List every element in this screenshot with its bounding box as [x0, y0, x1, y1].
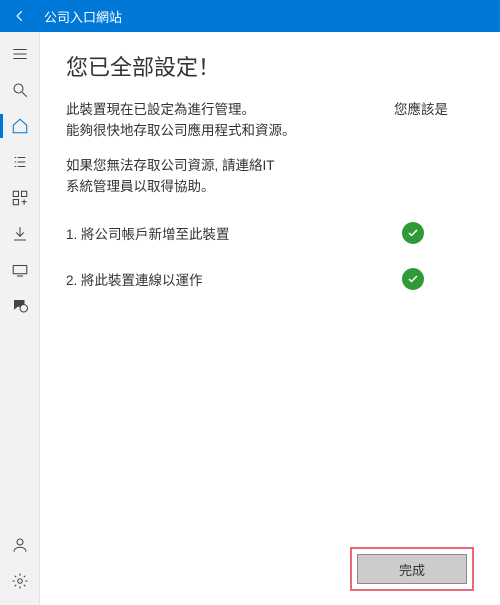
main-content: 您已全部設定！ 此裝置現在已設定為進行管理。 能夠很快地存取公司應用程式和資源。…	[40, 32, 500, 605]
help-it: IT	[263, 158, 275, 173]
devices-icon	[11, 261, 29, 279]
chat-icon	[11, 297, 29, 315]
check-icon	[402, 268, 424, 290]
setup-step-1-label: 1. 將公司帳戶新增至此裝置	[66, 223, 402, 243]
setup-step-2-label: 2. 將此裝置連線以運作	[66, 269, 402, 289]
titlebar: 公司入口網站	[0, 0, 500, 32]
search-icon	[11, 81, 29, 99]
sidebar-item-download[interactable]	[0, 216, 40, 252]
gear-icon	[11, 572, 29, 590]
home-icon	[11, 117, 29, 135]
intro-line2: 能夠很快地存取公司應用程式和資源。	[66, 121, 394, 142]
list-icon	[11, 153, 29, 171]
back-button[interactable]	[8, 4, 32, 28]
intro-line1: 此裝置現在已設定為進行管理。	[66, 100, 394, 121]
page-title: 您已全部設定！	[66, 50, 474, 82]
setup-step-1: 1. 將公司帳戶新增至此裝置	[66, 222, 474, 244]
sidebar-item-search[interactable]	[0, 72, 40, 108]
footer: 完成	[66, 547, 474, 605]
hamburger-icon	[11, 45, 29, 63]
apps-icon	[11, 189, 29, 207]
intro-right: 您應該是	[394, 100, 474, 142]
done-button-highlight: 完成	[350, 547, 474, 591]
person-icon	[11, 536, 29, 554]
check-icon	[402, 222, 424, 244]
arrow-left-icon	[13, 9, 27, 23]
sidebar-item-list[interactable]	[0, 144, 40, 180]
sidebar-item-chat[interactable]	[0, 288, 40, 324]
help-paragraph: 如果您無法存取公司資源, 請連絡IT 系統管理員以取得協助。	[66, 156, 474, 198]
sidebar-item-devices[interactable]	[0, 252, 40, 288]
app-title: 公司入口網站	[44, 7, 122, 26]
setup-step-2: 2. 將此裝置連線以運作	[66, 268, 474, 290]
help-line2: 系統管理員以取得協助。	[66, 179, 215, 194]
sidebar-item-account[interactable]	[0, 527, 40, 563]
sidebar-item-apps[interactable]	[0, 180, 40, 216]
sidebar-item-menu[interactable]	[0, 36, 40, 72]
help-line1: 如果您無法存取公司資源, 請連絡	[66, 158, 263, 173]
sidebar-item-home[interactable]	[0, 108, 40, 144]
sidebar	[0, 32, 40, 605]
sidebar-item-settings[interactable]	[0, 563, 40, 599]
done-button[interactable]: 完成	[357, 554, 467, 584]
intro-paragraph: 此裝置現在已設定為進行管理。 能夠很快地存取公司應用程式和資源。 您應該是	[66, 100, 474, 142]
download-icon	[11, 225, 29, 243]
